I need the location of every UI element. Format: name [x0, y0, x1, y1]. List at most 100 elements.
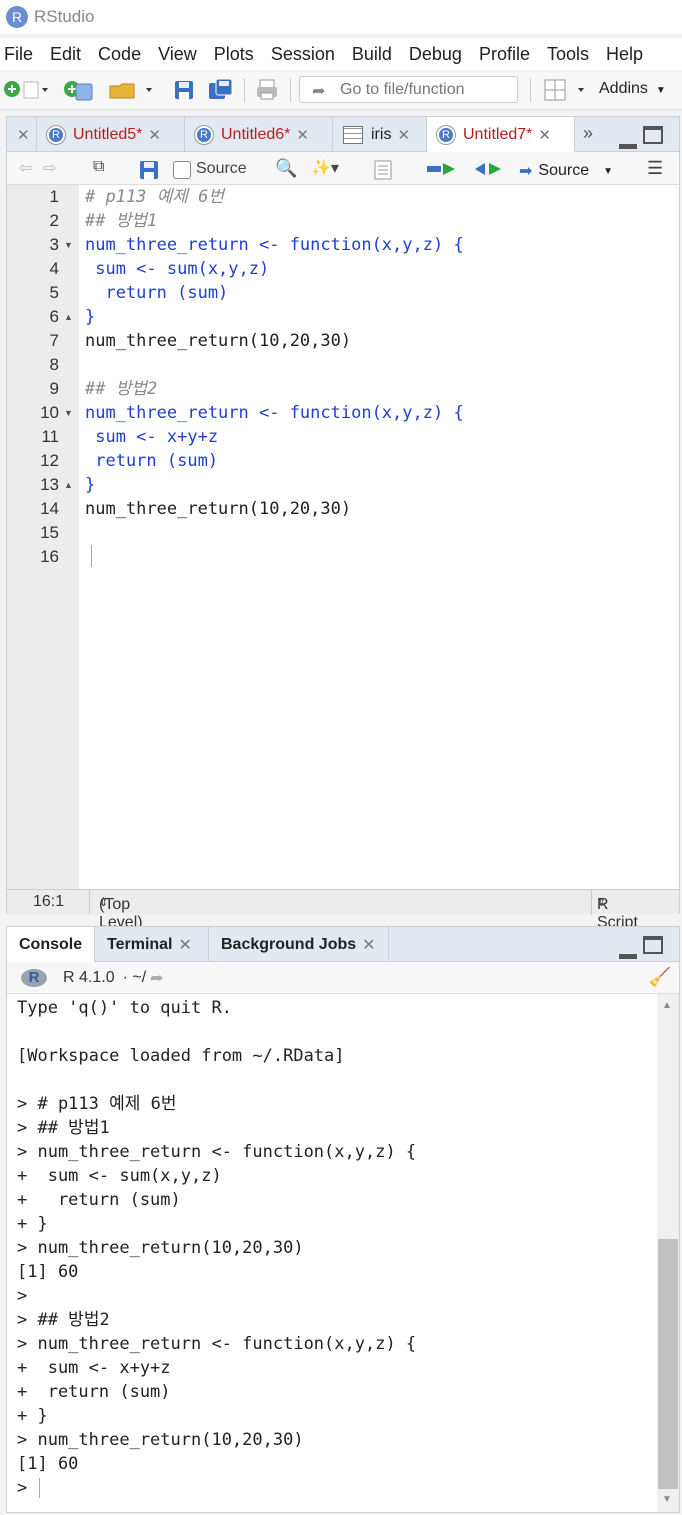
data-grid-icon	[343, 125, 363, 144]
menu-edit[interactable]: Edit	[46, 44, 81, 65]
maximize-icon[interactable]	[643, 126, 663, 144]
close-tab-icon[interactable]: ✕	[362, 935, 375, 955]
close-tab-icon[interactable]: ✕	[148, 126, 161, 144]
go-to-arrow-icon: ➦	[312, 83, 326, 100]
menu-profile[interactable]: Profile	[475, 44, 530, 65]
window-title: RStudio	[34, 7, 95, 26]
compile-report-icon[interactable]	[373, 160, 393, 180]
forward-arrow-icon[interactable]: ⇨	[43, 158, 56, 178]
console-line: > # p113 예제 6번	[17, 1094, 177, 1114]
tab-untitled6[interactable]: R Untitled6* ✕	[185, 117, 333, 152]
show-in-window-icon[interactable]: ⧉	[93, 158, 104, 176]
code-line: num_three_return <- function(x,y,z) {	[85, 403, 464, 423]
menu-file[interactable]: File	[0, 44, 33, 65]
new-file-icon[interactable]	[2, 78, 50, 102]
code-line: }	[85, 475, 96, 495]
tab-untitled7[interactable]: R Untitled7* ✕	[427, 117, 575, 152]
fold-close-icon[interactable]: ▲	[64, 473, 73, 497]
working-directory[interactable]: · ~/	[123, 969, 147, 987]
editor-toolbar: ⇦ ⇨ ⧉ Source 🔍 ✨▾ ➡ Source ▼ ☰	[7, 152, 679, 185]
text-cursor	[91, 545, 92, 567]
menu-bar: File Edit Code View Plots Session Build …	[0, 38, 682, 70]
fold-open-icon[interactable]: ▼	[64, 401, 73, 425]
close-tab-icon[interactable]: ✕	[179, 935, 192, 955]
close-all-tabs-button[interactable]: ✕	[7, 117, 37, 152]
pane-layout-icon[interactable]	[544, 79, 590, 101]
open-file-icon[interactable]	[108, 78, 156, 102]
clear-console-broom-icon[interactable]: 🧹	[649, 967, 671, 988]
minimize-icon[interactable]	[619, 954, 637, 959]
pane-window-controls[interactable]	[619, 126, 663, 149]
line-number: 5	[49, 283, 59, 302]
menu-build[interactable]: Build	[348, 44, 392, 65]
code-line: num_three_return <- function(x,y,z) {	[85, 235, 464, 255]
scroll-thumb[interactable]	[658, 1239, 678, 1489]
close-tab-icon[interactable]: ✕	[538, 126, 551, 144]
console-prompt[interactable]: >	[17, 1476, 27, 1500]
console-output[interactable]: Type 'q()' to quit R. [Workspace loaded …	[7, 994, 657, 1512]
console-info-bar: R R 4.1.0 · ~/ ➦ 🧹	[7, 962, 679, 994]
menu-session[interactable]: Session	[267, 44, 335, 65]
menu-tools[interactable]: Tools	[543, 44, 589, 65]
scroll-up-icon[interactable]: ▲	[662, 1000, 672, 1011]
source-arrow-icon: ➡	[519, 163, 533, 180]
minimize-icon[interactable]	[619, 144, 637, 149]
save-all-icon[interactable]	[208, 78, 234, 102]
code-line: num_three_return(10,20,30)	[85, 331, 352, 351]
console-line: Type 'q()' to quit R.	[17, 998, 232, 1018]
line-number: 13	[40, 475, 59, 494]
menu-plots[interactable]: Plots	[210, 44, 254, 65]
tab-label: Background Jobs	[221, 935, 357, 953]
console-line: >	[17, 1286, 28, 1306]
more-tabs-icon[interactable]: »	[583, 123, 593, 144]
scroll-down-icon[interactable]: ▼	[662, 1494, 672, 1505]
back-arrow-icon[interactable]: ⇦	[19, 158, 32, 178]
console-line: > ## 방법1	[17, 1118, 110, 1138]
code-tools-wand-icon[interactable]: ✨▾	[311, 158, 339, 178]
fold-open-icon[interactable]: ▼	[64, 233, 73, 257]
document-outline-icon[interactable]: ☰	[647, 158, 663, 179]
source-on-save-checkbox[interactable]	[173, 161, 191, 179]
code-editor[interactable]: # p113 예제 6번 ## 방법1 num_three_return <- …	[85, 185, 675, 889]
maximize-icon[interactable]	[643, 936, 663, 954]
menu-view[interactable]: View	[154, 44, 197, 65]
r-version: R 4.1.0	[63, 968, 115, 986]
line-number-gutter: 1 2 3 ▼ 4 5 6 ▲ 7 8 9 10 ▼ 11 12 13 ▲ 14…	[7, 185, 79, 889]
tab-label: iris	[371, 125, 392, 143]
close-tab-icon[interactable]: ✕	[397, 126, 410, 144]
source-button[interactable]: ➡ Source ▼	[519, 160, 629, 182]
search-icon[interactable]: 🔍	[275, 158, 297, 179]
console-pane: Console Terminal ✕ Background Jobs ✕ R R 4…	[6, 926, 680, 1513]
fold-close-icon[interactable]: ▲	[64, 305, 73, 329]
new-project-icon[interactable]	[62, 78, 94, 102]
source-button-label: Source	[538, 162, 590, 179]
tab-label: Untitled7*	[463, 125, 533, 143]
tab-terminal[interactable]: Terminal ✕	[95, 927, 209, 962]
editor-status-bar: 16:1 (Top Level) ⇕ R Script ⇕	[7, 889, 679, 931]
editor-pane: ✕ R Untitled5* ✕ R Untitled6* ✕ iris ✕ R…	[6, 116, 680, 931]
save-icon[interactable]	[174, 80, 194, 100]
menu-help[interactable]: Help	[602, 44, 643, 65]
console-line: > ## 방법2	[17, 1310, 110, 1330]
save-icon[interactable]	[139, 160, 159, 180]
menu-code[interactable]: Code	[94, 44, 141, 65]
go-to-file-input[interactable]: ➦ Go to file/function	[299, 76, 518, 103]
print-icon[interactable]	[255, 78, 279, 102]
tab-console[interactable]: Console	[7, 927, 95, 962]
go-to-dir-icon[interactable]: ➦	[150, 968, 163, 988]
close-tab-icon[interactable]: ✕	[296, 126, 309, 144]
code-line: return (sum)	[85, 451, 219, 471]
addins-menu[interactable]: Addins ▼	[599, 80, 666, 98]
tab-untitled5[interactable]: R Untitled5* ✕	[37, 117, 185, 152]
code-line: return (sum)	[85, 283, 229, 303]
code-line: num_three_return(10,20,30)	[85, 499, 352, 519]
console-scrollbar[interactable]: ▲ ▼	[657, 994, 679, 1512]
tab-iris[interactable]: iris ✕	[333, 117, 427, 152]
rerun-icon[interactable]	[475, 161, 505, 177]
menu-debug[interactable]: Debug	[405, 44, 462, 65]
code-line: ## 방법2	[85, 379, 158, 399]
run-line-icon[interactable]	[427, 161, 457, 177]
pane-window-controls[interactable]	[619, 936, 663, 959]
addins-label: Addins	[599, 80, 648, 97]
tab-background-jobs[interactable]: Background Jobs ✕	[209, 927, 389, 962]
